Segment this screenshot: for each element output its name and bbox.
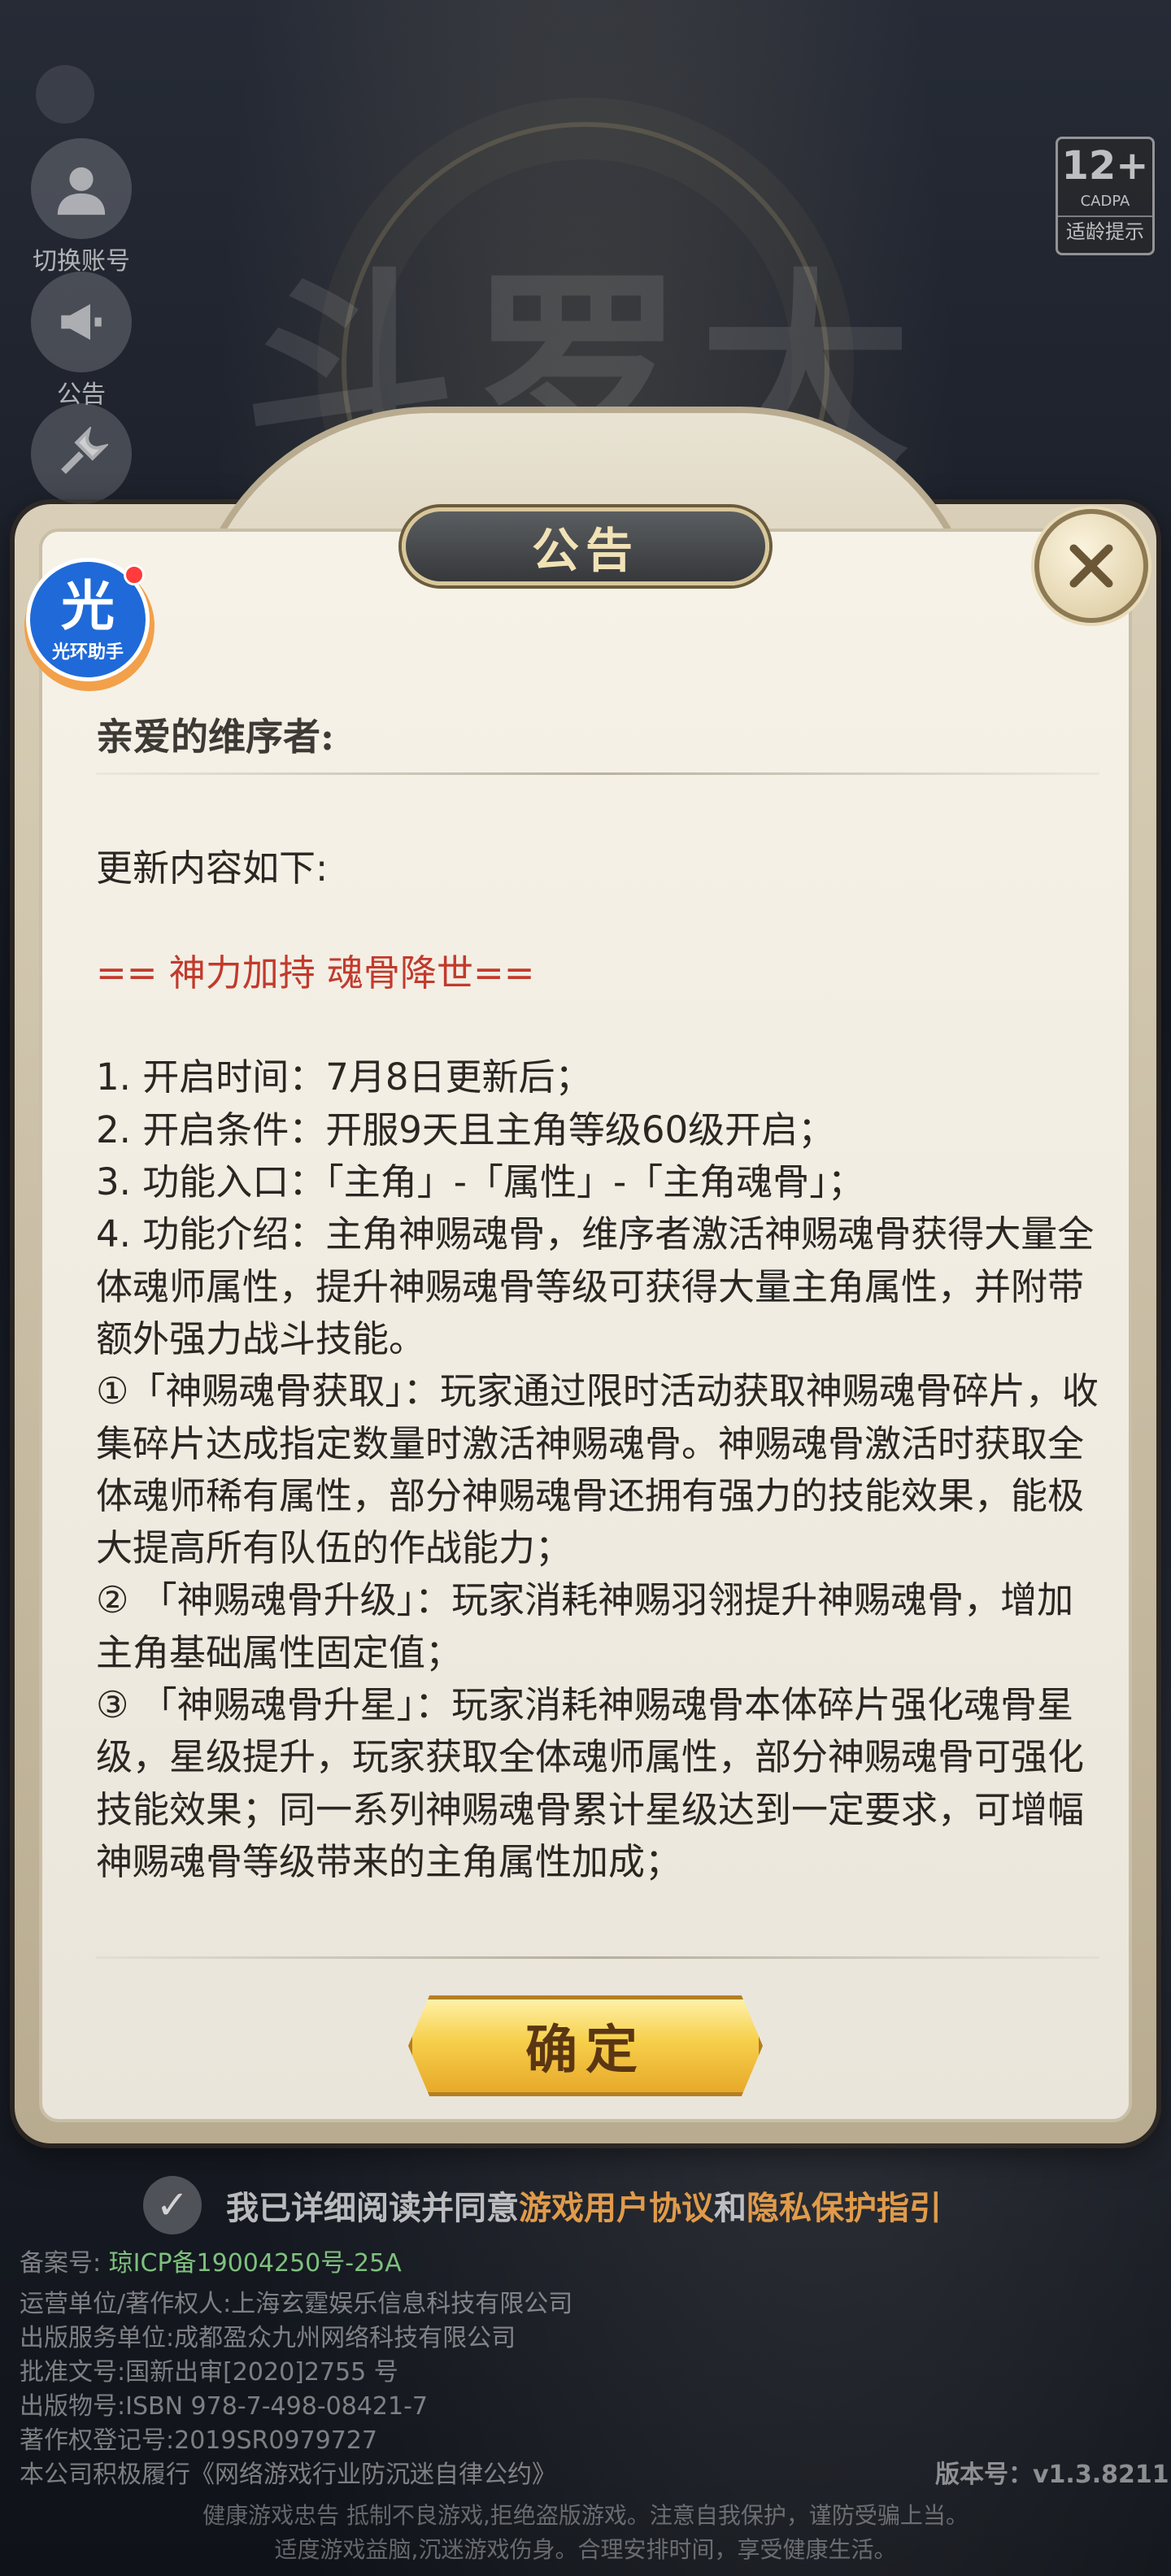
copyright-info: 著作权登记号:2019SR0979727 <box>20 2426 377 2455</box>
top-dot-icon <box>36 65 94 124</box>
divider-bottom <box>96 1956 1099 1959</box>
health-advice-line1: 健康游戏忠告 抵制不良游戏,拒绝盗版游戏。注意自我保护，谨防受骗上当。 <box>202 2502 969 2529</box>
close-icon <box>1069 544 1113 588</box>
record-number: 备案号: 琼ICP备19004250号-25A <box>20 2243 1158 2278</box>
helper-glyph: 光 <box>61 575 115 637</box>
record-value[interactable]: 琼ICP备19004250号-25A <box>109 2249 402 2278</box>
avatar-icon <box>31 138 132 239</box>
dialog-title: 公告 <box>531 523 639 578</box>
age-rating-number: 12+ <box>1061 143 1149 189</box>
age-rating-tip: 适龄提示 <box>1058 215 1152 246</box>
confirm-label: 确定 <box>525 2020 646 2081</box>
operator-info: 运营单位/著作权人:上海玄霆娱乐信息科技有限公司 <box>20 2290 573 2318</box>
age-rating-org: CADPA <box>1080 193 1130 210</box>
dialog-title-bar: 公告 <box>402 507 769 585</box>
close-button[interactable] <box>1034 509 1148 623</box>
checkmark-icon: ✓ <box>155 2182 189 2228</box>
version-number: 版本号：v1.3.8211 <box>935 2461 1169 2489</box>
record-label: 备案号: <box>20 2249 102 2278</box>
switch-account-button[interactable]: 切换账号 <box>24 138 138 276</box>
helper-name: 光环助手 <box>51 642 124 663</box>
health-advice-line2: 适度游戏益脑,沉迷游戏伤身。合理安排时间，享受健康生活。 <box>274 2536 897 2563</box>
confirm-button[interactable]: 确定 <box>408 1995 763 2096</box>
publisher-info: 出版服务单位:成都盈众九州网络科技有限公司 <box>20 2324 516 2352</box>
user-agreement-link[interactable]: 游戏用户协议 <box>519 2190 714 2227</box>
agreement-and: 和 <box>714 2190 747 2227</box>
content-highlight: == 神力加持 魂骨降世== <box>96 951 535 994</box>
privacy-policy-link[interactable]: 隐私保护指引 <box>747 2190 942 2227</box>
dialog-greeting: 亲爱的维序者: <box>96 715 334 759</box>
content-body: 1. 开启时间：7月8日更新后； 2. 开启条件：开服9天且主角等级60级开启；… <box>96 1055 1099 1883</box>
megaphone-icon <box>31 272 132 372</box>
agree-checkbox[interactable]: ✓ <box>143 2176 202 2234</box>
content-intro: 更新内容如下: <box>96 846 329 890</box>
notification-dot <box>124 564 145 585</box>
divider-top <box>96 772 1099 775</box>
age-rating-badge[interactable]: 12+ CADPA 适龄提示 <box>1056 137 1155 255</box>
isbn-info: 出版物号:ISBN 978-7-498-08421-7 <box>20 2392 428 2421</box>
agreement-row: ✓ 我已详细阅读并同意游戏用户协议和隐私保护指引 <box>143 2176 942 2234</box>
announcement-content: 更新内容如下: == 神力加持 魂骨降世== 1. 开启时间：7月8日更新后； … <box>96 790 1104 1941</box>
wrench-icon <box>31 403 132 504</box>
agreement-text: 我已详细阅读并同意游戏用户协议和隐私保护指引 <box>226 2182 942 2229</box>
agreement-prefix: 我已详细阅读并同意 <box>226 2190 519 2227</box>
approval-info: 批准文号:国新出审[2020]2755 号 <box>20 2358 398 2387</box>
announcement-button[interactable]: 公告 <box>24 272 138 410</box>
